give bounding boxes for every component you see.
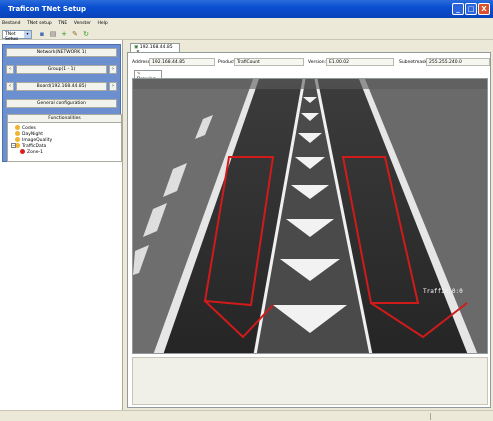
properties-pane bbox=[132, 357, 488, 405]
maximize-button[interactable]: □ bbox=[465, 3, 477, 15]
tools-icon[interactable]: ✎ bbox=[71, 31, 79, 38]
board-prev-button[interactable]: ‹ bbox=[6, 82, 14, 91]
status-dot-icon bbox=[15, 137, 20, 142]
document-area: ▣ 192.168.44.85 ✕ Address: 192.168.44.85… bbox=[124, 40, 493, 410]
menu-tnet-setup[interactable]: TNet setup bbox=[27, 21, 52, 26]
configuration-box: Network(NETWORK 1) ‹ Group(1 - 1) › ‹ Bo… bbox=[2, 44, 122, 162]
general-configuration-label: General configuration bbox=[36, 101, 86, 106]
board-next-button[interactable]: › bbox=[109, 82, 117, 91]
network-label: Network(NETWORK 1) bbox=[36, 50, 87, 55]
tab-device-label: 192.168.44.85 bbox=[139, 45, 173, 50]
board-button[interactable]: Board(192.168.44.85) bbox=[16, 82, 107, 91]
group-button[interactable]: Group(1 - 1) bbox=[16, 65, 107, 74]
subnetmask-value: 255.255.240.0 bbox=[429, 60, 462, 65]
close-icon: X bbox=[481, 5, 487, 13]
print-icon[interactable]: ▤ bbox=[49, 31, 57, 38]
product-value: TrafiCount bbox=[237, 60, 260, 65]
camera-image bbox=[133, 79, 487, 353]
functionalities-panel: Functionalities Codes DayNight ImageQual… bbox=[7, 114, 122, 162]
version-label: Version: bbox=[308, 60, 327, 65]
menu-bestand[interactable]: Bestand bbox=[2, 21, 20, 26]
refresh-icon[interactable]: ↻ bbox=[82, 31, 90, 38]
address-field: 192.168.44.85 bbox=[149, 58, 215, 66]
version-field: E1.00.02 bbox=[326, 58, 394, 66]
status-bar bbox=[0, 410, 493, 421]
toolbar: TNet Setup ▾ ▪ ▤ + ✎ ↻ bbox=[0, 29, 493, 42]
menu-bar: Bestand TNet setup TNE Venster Help bbox=[0, 18, 493, 28]
group-next-button[interactable]: › bbox=[109, 65, 117, 74]
close-button[interactable]: X bbox=[478, 3, 490, 15]
tab-drawing[interactable]: ✎ Drawing bbox=[134, 70, 162, 82]
window-title: Traficon TNet Setup bbox=[8, 5, 87, 13]
version-value: E1.00.02 bbox=[329, 60, 350, 65]
group-prev-button[interactable]: ‹ bbox=[6, 65, 14, 74]
general-configuration-button[interactable]: General configuration bbox=[6, 99, 117, 108]
save-icon[interactable]: ▪ bbox=[38, 31, 46, 38]
network-button[interactable]: Network(NETWORK 1) bbox=[6, 48, 117, 57]
subnetmask-field: 255.255.240.0 bbox=[426, 58, 490, 66]
status-separator bbox=[430, 413, 431, 420]
setup-selector[interactable]: TNet Setup ▾ bbox=[2, 30, 32, 42]
menu-venster[interactable]: Venster bbox=[74, 21, 91, 26]
collapse-icon[interactable]: − bbox=[11, 143, 16, 148]
device-info-row: Address: 192.168.44.85 Product: TrafiCou… bbox=[128, 58, 492, 67]
address-value: 192.168.44.85 bbox=[152, 60, 185, 65]
status-dot-icon bbox=[20, 149, 25, 154]
tree-item-zone-1[interactable]: Zone-1 bbox=[20, 149, 43, 156]
overlay-text: Traffic 0:0 bbox=[423, 288, 463, 295]
title-bar: Traficon TNet Setup _ □ X bbox=[0, 0, 493, 18]
menu-help[interactable]: Help bbox=[98, 21, 108, 26]
add-icon[interactable]: + bbox=[60, 31, 68, 38]
top-band bbox=[133, 79, 487, 89]
maximize-icon: □ bbox=[467, 5, 475, 13]
subnetmask-label: Subnetmask: bbox=[399, 60, 429, 65]
camera-view[interactable]: Traffic 0:0 bbox=[132, 78, 488, 354]
chevron-down-icon[interactable]: ▾ bbox=[24, 31, 31, 38]
device-view: Address: 192.168.44.85 Product: TrafiCou… bbox=[127, 52, 491, 408]
navigation-panel: Network(NETWORK 1) ‹ Group(1 - 1) › ‹ Bo… bbox=[0, 40, 123, 410]
minimize-icon: _ bbox=[456, 5, 460, 13]
status-dot-icon bbox=[15, 131, 20, 136]
product-field: TrafiCount bbox=[234, 58, 304, 66]
status-dot-icon bbox=[15, 125, 20, 130]
board-label: Board(192.168.44.85) bbox=[36, 84, 87, 89]
tree-item-label: Zone-1 bbox=[27, 150, 43, 155]
group-label: Group(1 - 1) bbox=[47, 67, 76, 72]
functionalities-header: Functionalities bbox=[8, 115, 121, 123]
application-window: Traficon TNet Setup _ □ X Bestand TNet s… bbox=[0, 0, 493, 421]
menu-tne[interactable]: TNE bbox=[58, 21, 67, 26]
minimize-button[interactable]: _ bbox=[452, 3, 464, 15]
tab-device[interactable]: ▣ 192.168.44.85 ✕ bbox=[130, 43, 180, 55]
